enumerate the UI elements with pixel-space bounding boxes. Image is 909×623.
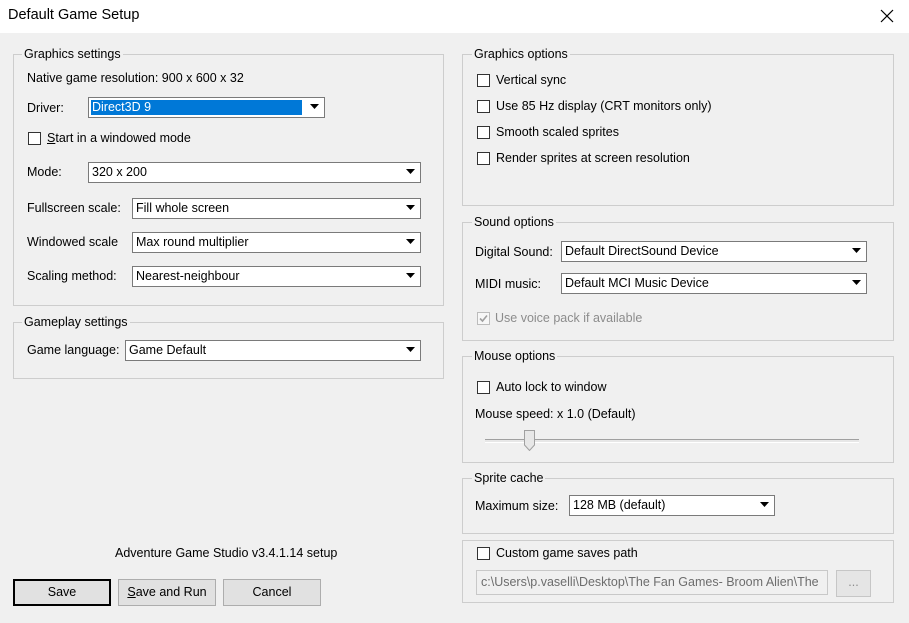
midi-music-label: MIDI music: (475, 277, 541, 291)
vsync-label: Vertical sync (496, 73, 567, 87)
windowed-scale-dropdown[interactable]: Max round multiplier (132, 232, 421, 253)
windowed-mode-label: Start in a windowed mode (47, 131, 191, 145)
dropdown-arrow[interactable] (402, 200, 419, 217)
chevron-down-icon (310, 104, 319, 109)
windowed-scale-value: Max round multiplier (136, 235, 249, 249)
browse-button: ... (836, 570, 871, 597)
close-icon (880, 9, 894, 23)
dropdown-arrow[interactable] (848, 243, 865, 260)
chevron-down-icon (406, 169, 415, 174)
scaling-method-dropdown[interactable]: Nearest-neighbour (132, 266, 421, 287)
dropdown-arrow[interactable] (402, 268, 419, 285)
vsync-checkbox[interactable] (477, 74, 490, 87)
mouse-speed-track[interactable] (485, 439, 859, 443)
sprite-cache-legend: Sprite cache (472, 471, 546, 485)
smooth-sprites-label: Smooth scaled sprites (496, 125, 619, 139)
chevron-down-icon (852, 280, 861, 285)
gameplay-settings-legend: Gameplay settings (22, 315, 130, 329)
cancel-button[interactable]: Cancel (223, 579, 321, 606)
chevron-down-icon (406, 273, 415, 278)
driver-label: Driver: (27, 101, 64, 115)
max-size-dropdown[interactable]: 128 MB (default) (569, 495, 775, 516)
windowed-scale-label: Windowed scale (27, 235, 119, 249)
close-button[interactable] (866, 0, 909, 33)
dropdown-arrow[interactable] (402, 342, 419, 359)
driver-value: Direct3D 9 (91, 100, 302, 115)
game-language-value: Game Default (129, 343, 207, 357)
dropdown-arrow[interactable] (306, 99, 323, 116)
sound-options-legend: Sound options (472, 215, 556, 229)
save-and-run-button[interactable]: Save and Run (118, 579, 216, 606)
game-language-dropdown[interactable]: Game Default (125, 340, 421, 361)
max-size-label: Maximum size: (475, 499, 559, 513)
mouse-speed-slider-thumb[interactable] (524, 430, 535, 451)
hz85-checkbox[interactable] (477, 100, 490, 113)
dropdown-arrow[interactable] (848, 275, 865, 292)
auto-lock-label: Auto lock to window (496, 380, 607, 394)
mode-value: 320 x 200 (92, 165, 147, 179)
dropdown-arrow[interactable] (756, 497, 773, 514)
chevron-down-icon (406, 347, 415, 352)
custom-saves-label: Custom game saves path (494, 545, 640, 561)
digital-sound-value: Default DirectSound Device (565, 244, 719, 258)
checkmark-icon (479, 314, 488, 323)
fullscreen-scale-value: Fill whole screen (136, 201, 230, 215)
scaling-method-value: Nearest-neighbour (136, 269, 240, 283)
custom-saves-checkbox[interactable] (477, 547, 490, 560)
hz85-label: Use 85 Hz display (CRT monitors only) (496, 99, 712, 113)
mode-label: Mode: (27, 165, 62, 179)
title-bar: Default Game Setup (0, 0, 909, 33)
chevron-down-icon (852, 248, 861, 253)
render-sprites-label: Render sprites at screen resolution (496, 151, 690, 165)
max-size-value: 128 MB (default) (573, 498, 666, 512)
chevron-down-icon (406, 239, 415, 244)
midi-music-value: Default MCI Music Device (565, 276, 709, 290)
version-text: Adventure Game Studio v3.4.1.14 setup (115, 546, 338, 560)
game-language-label: Game language: (27, 343, 120, 357)
smooth-sprites-checkbox[interactable] (477, 126, 490, 139)
custom-saves-path: c:\Users\p.vaselli\Desktop\The Fan Games… (481, 575, 819, 589)
mouse-options-legend: Mouse options (472, 349, 558, 363)
voice-pack-checkbox (477, 312, 490, 325)
auto-lock-checkbox[interactable] (477, 381, 490, 394)
voice-pack-label: Use voice pack if available (495, 311, 643, 325)
graphics-options-legend: Graphics options (472, 47, 570, 61)
fullscreen-scale-dropdown[interactable]: Fill whole screen (132, 198, 421, 219)
windowed-mode-checkbox[interactable] (28, 132, 41, 145)
dropdown-arrow[interactable] (402, 234, 419, 251)
chevron-down-icon (760, 502, 769, 507)
scaling-method-label: Scaling method: (27, 269, 117, 283)
render-sprites-checkbox[interactable] (477, 152, 490, 165)
dropdown-arrow[interactable] (402, 164, 419, 181)
driver-dropdown[interactable]: Direct3D 9 (88, 97, 325, 118)
fullscreen-scale-label: Fullscreen scale: (27, 201, 121, 215)
custom-saves-path-field: c:\Users\p.vaselli\Desktop\The Fan Games… (476, 570, 828, 595)
graphics-settings-legend: Graphics settings (22, 47, 123, 61)
mouse-speed-label: Mouse speed: x 1.0 (Default) (475, 407, 636, 421)
window-title: Default Game Setup (8, 7, 140, 23)
midi-music-dropdown[interactable]: Default MCI Music Device (561, 273, 867, 294)
native-resolution-text: Native game resolution: 900 x 600 x 32 (27, 71, 244, 85)
digital-sound-dropdown[interactable]: Default DirectSound Device (561, 241, 867, 262)
save-button[interactable]: Save (13, 579, 111, 606)
mode-dropdown[interactable]: 320 x 200 (88, 162, 421, 183)
chevron-down-icon (406, 205, 415, 210)
digital-sound-label: Digital Sound: (475, 245, 553, 259)
